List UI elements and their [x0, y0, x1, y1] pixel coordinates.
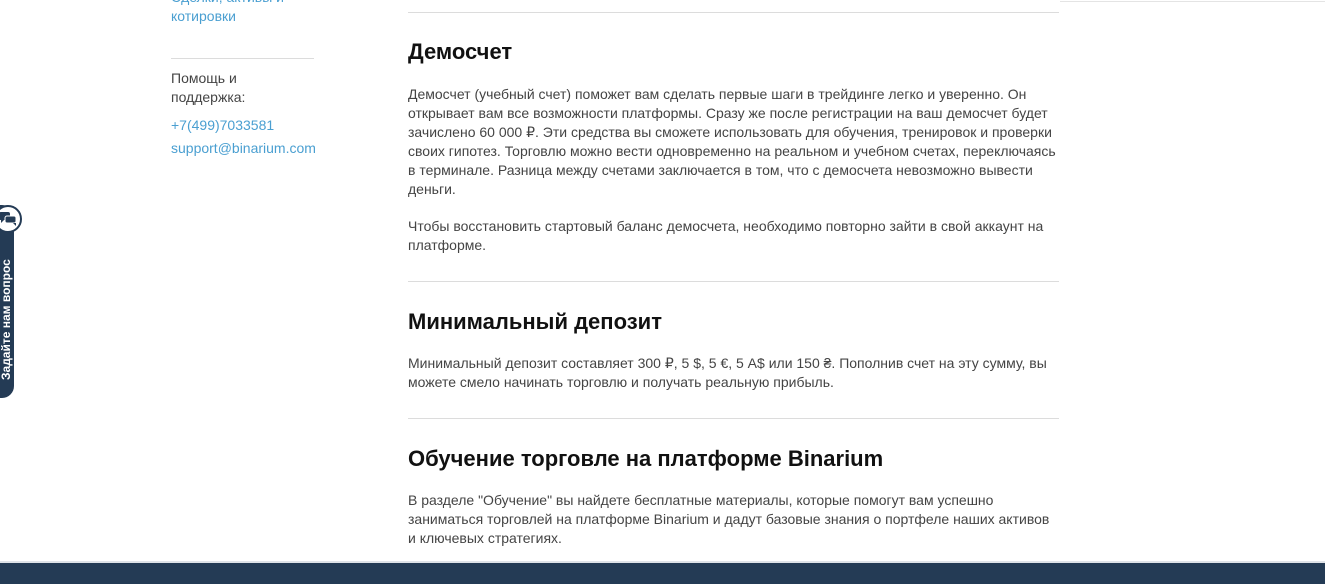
section-title-demo-account: Демосчет	[408, 39, 513, 64]
section-text-training: В разделе "Обучение" вы найдете бесплатн…	[408, 492, 1050, 546]
section-title-training: Обучение торговле на платформе Binarium	[408, 446, 884, 471]
ask-question-label[interactable]: Задайте нам вопрос	[0, 240, 13, 380]
section-text-demo-restore: Чтобы восстановить стартовый баланс демо…	[408, 218, 1044, 253]
section-text-min-deposit: Минимальный депозит составляет 300 ₽, 5 …	[408, 355, 1047, 390]
section-title-min-deposit: Минимальный депозит	[408, 309, 662, 334]
sidebar-divider	[171, 58, 314, 59]
support-phone-link[interactable]: +7(499)7033581	[171, 116, 274, 135]
section-divider	[408, 281, 1059, 282]
section-divider	[408, 418, 1059, 419]
support-email-link[interactable]: support@binarium.com	[171, 139, 316, 158]
chat-bubbles-icon[interactable]	[0, 205, 22, 233]
top-divider	[1060, 1, 1325, 2]
section-text-demo-account: Демосчет (учебный счет) поможет вам сдел…	[408, 86, 1056, 197]
section-divider	[408, 12, 1059, 13]
footer	[0, 563, 1325, 584]
sidebar-link-deals-assets[interactable]: Сделки, активы и котировки	[171, 0, 311, 26]
help-label: Помощь и поддержка:	[171, 70, 246, 105]
